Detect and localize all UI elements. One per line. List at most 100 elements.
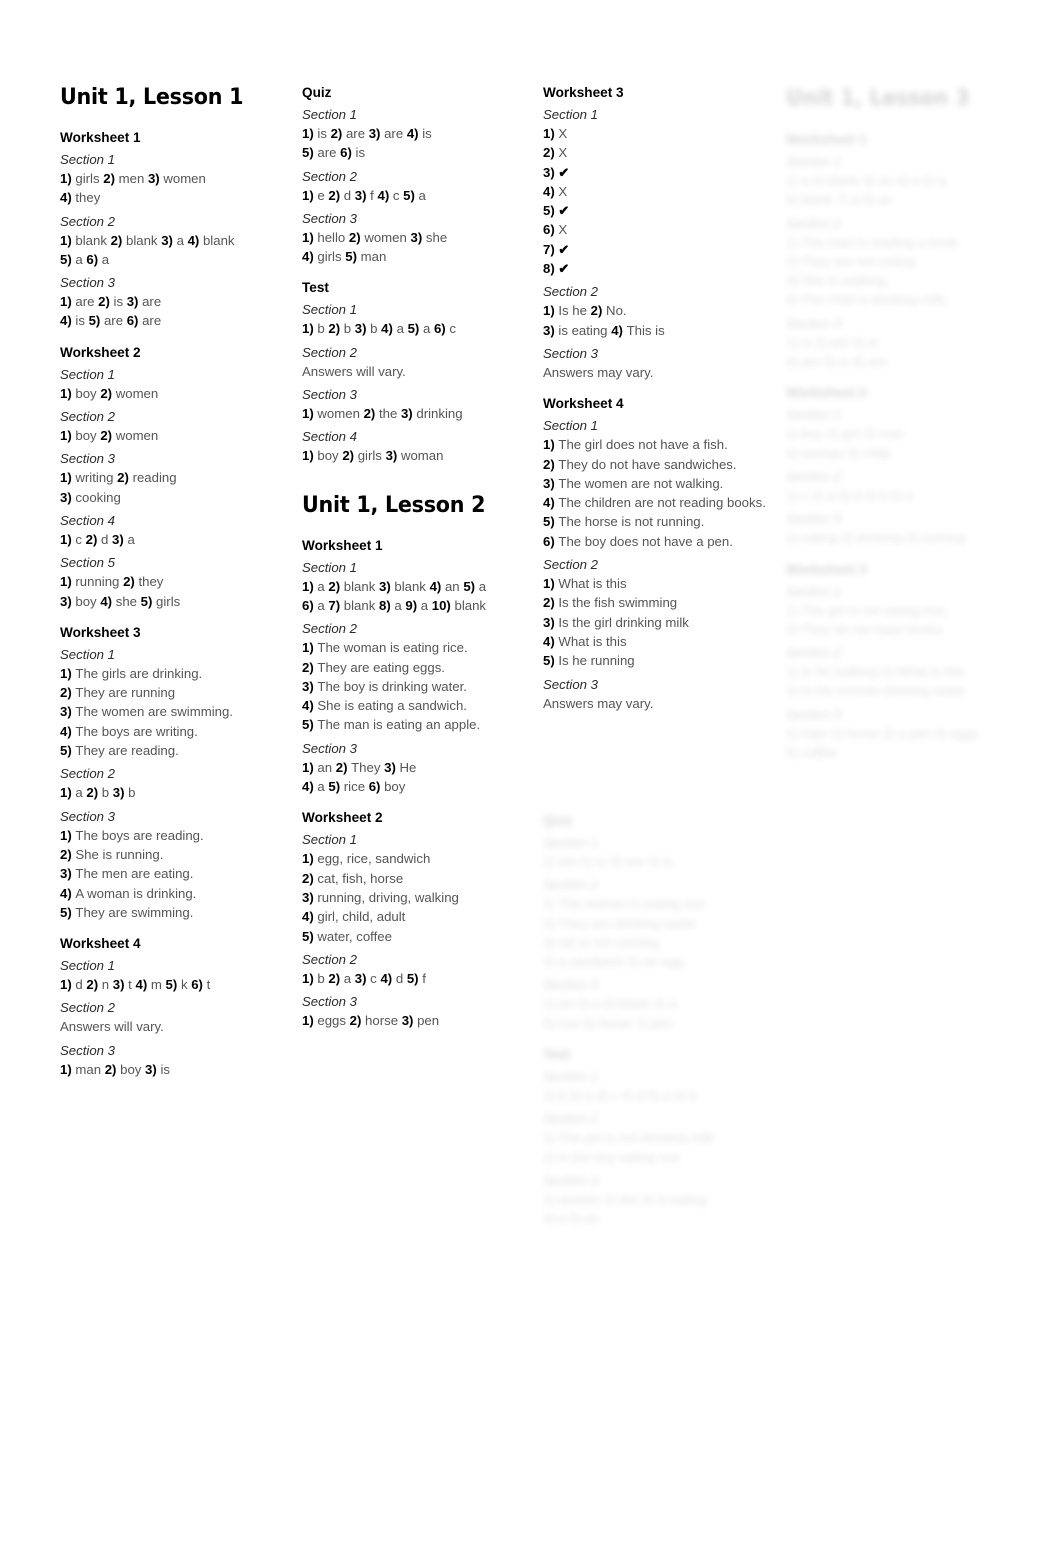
answer-line: 1) writing 2) reading xyxy=(60,470,177,486)
worksheet-title: Worksheet 3 xyxy=(60,624,141,640)
column-2: Quiz Section 1 1) is 2) are 3) are 4) is 5)… xyxy=(302,84,534,1031)
ghost-content-column-a: Quiz Section 1 1) are 2) is 3) are 4) is Se… xyxy=(543,812,793,1242)
answer-line: 2) cat, fish, horse xyxy=(302,870,404,886)
section-label: Section 1 xyxy=(302,559,357,575)
section-block: Section 3 1) hello 2) women 3) she 4) girl… xyxy=(302,209,534,267)
answer-number: 1) xyxy=(60,665,76,681)
worksheet-block: Worksheet 3 Section 1 1) The girls are dri… xyxy=(60,624,290,922)
answer-number: 3) xyxy=(112,785,129,801)
section-label: Section 3 xyxy=(302,740,357,756)
answer-line: 6) X xyxy=(543,222,568,238)
answer-number: 3) xyxy=(60,593,76,609)
answer-number: 4) xyxy=(611,322,627,338)
ghost-answer-line: 5) rice 6) horse 7) pen xyxy=(543,1015,673,1031)
ghost-answer-line: 6) blank 7) a 8) an xyxy=(786,192,894,208)
section-block: Section 3 1) writing 2) reading 3) cooking xyxy=(60,449,290,507)
answer-number: 2) xyxy=(60,685,76,701)
answer-line: Answers will vary. xyxy=(60,1019,164,1035)
answer-number: 5) xyxy=(345,249,361,265)
section-block: Section 1 1) boy 2) women xyxy=(60,365,290,403)
ghost-worksheet-block: Worksheet 1 Section 1 1) a 2) blank 3) an … xyxy=(786,131,1038,371)
section-label: Section 3 xyxy=(302,994,357,1010)
answer-number: 4) xyxy=(60,190,76,206)
ghost-answer-line: 1) The girl is not eating rice. xyxy=(786,602,949,618)
ghost-section-label: Section 3 xyxy=(786,706,841,722)
answer-number: 6) xyxy=(86,251,102,267)
section-block: Section 2 1) What is this 2) Is the fish s… xyxy=(543,555,790,670)
answer-number: 5) xyxy=(328,779,344,795)
ghost-section-label: Section 1 xyxy=(786,154,841,169)
answer-line: 1) The woman is eating rice. xyxy=(302,640,468,656)
answer-number: 4) xyxy=(406,126,423,141)
answer-number: 2) xyxy=(104,1061,121,1077)
ghost-answer-line: 4) The child is drinking milk. xyxy=(786,292,949,308)
answer-number: 6) xyxy=(126,313,143,329)
section-block: Section 2 1) Is he 2) No. 3) is eating 4) … xyxy=(543,282,790,340)
answer-number: 4) xyxy=(429,578,445,594)
answer-number: 1) xyxy=(302,321,318,337)
answer-number: 4) xyxy=(187,232,203,248)
answer-number: 3) xyxy=(126,294,143,310)
section-block: Section 3 Answers may vary. xyxy=(543,344,790,382)
answer-number: 2) xyxy=(86,977,102,993)
answer-line: 1) b 2) a 3) c 4) d 5) f xyxy=(302,970,426,986)
worksheet-title: Quiz xyxy=(302,85,332,100)
answer-line: 5) They are reading. xyxy=(60,743,179,759)
answer-line: 4) What is this xyxy=(543,633,627,649)
section-label: Section 3 xyxy=(60,451,115,467)
section-label: Section 3 xyxy=(543,345,598,361)
answer-number: 1) xyxy=(60,1061,76,1077)
answer-number: 4) xyxy=(543,183,559,199)
answer-line: 4) girls 5) man xyxy=(302,249,387,265)
answer-number: 2) xyxy=(328,578,344,594)
section-label: Section 3 xyxy=(60,808,115,824)
answer-number: 3) xyxy=(60,489,76,505)
ghost-worksheet-title: Worksheet 1 xyxy=(786,132,867,147)
ghost-answer-line: 2) They do not have books. xyxy=(786,621,946,637)
section-block: Section 3 Answers may vary. xyxy=(543,675,790,713)
ghost-section-label: Section 2 xyxy=(786,645,841,661)
answer-number: 1) xyxy=(60,531,76,547)
answer-number: 1) xyxy=(302,448,318,464)
ghost-answer-line: 4) a sandwich 5) an egg xyxy=(543,954,684,970)
answer-line: 1) The boys are reading. xyxy=(60,827,204,843)
answer-number: 6) xyxy=(543,533,559,549)
answer-number: 2) xyxy=(335,759,352,775)
answer-line: 4) The boys are writing. xyxy=(60,723,198,739)
answer-number: 4) xyxy=(302,698,318,714)
answer-number: 2) xyxy=(342,448,358,464)
answer-line: 5) are 6) is xyxy=(302,145,366,161)
answer-line: 3) The men are eating. xyxy=(60,866,194,882)
answer-number: 1) xyxy=(543,437,559,453)
section-label: Section 1 xyxy=(302,832,357,848)
ghost-worksheet-block: Worksheet 3 Section 1 1) The girl is not e… xyxy=(786,561,1038,763)
section-label: Section 2 xyxy=(302,168,357,184)
section-label: Section 3 xyxy=(543,676,598,692)
ghost-content-column-b: Unit 1, Lesson 3 Worksheet 1 Section 1 1) a… xyxy=(786,86,1038,775)
ghost-section-label: Section 2 xyxy=(543,1111,598,1127)
answer-number: 3) xyxy=(543,614,559,630)
answer-number: 7) xyxy=(328,597,344,613)
answer-number: 2) xyxy=(103,171,119,186)
answer-number: 3) xyxy=(60,704,76,720)
answer-number: 1) xyxy=(302,578,318,594)
answer-line: 1) X xyxy=(543,126,568,141)
unit-2-title: Unit 1, Lesson 2 xyxy=(302,491,486,518)
answer-number: 3) xyxy=(378,578,395,594)
page-bottom-clip xyxy=(0,1104,300,1118)
ghost-answer-line: 1) an 2) a 3) blank 4) a xyxy=(543,996,677,1012)
worksheet-block: Worksheet 1 Section 1 1) a 2) blank 3) bla… xyxy=(302,537,534,797)
worksheet-block: Worksheet 1 Section 1 1) girls 2) men 3) w… xyxy=(60,129,290,331)
section-label: Section 2 xyxy=(60,1000,115,1016)
answer-number: 3) xyxy=(147,171,164,186)
answer-number: 1) xyxy=(60,232,76,248)
answer-number: 1) xyxy=(302,187,318,203)
answer-number: 10) xyxy=(431,597,455,613)
section-block: Section 3 1) man 2) boy 3) is xyxy=(60,1041,290,1079)
worksheet-block: Worksheet 2 Section 1 1) boy 2) women Secti… xyxy=(60,344,290,611)
section-block: Section 3 1) The boys are reading. 2) She … xyxy=(60,807,290,922)
answer-number: 2) xyxy=(328,321,344,337)
answer-number: 4) xyxy=(302,779,318,795)
ghost-worksheet-block: Quiz Section 1 1) are 2) is 3) are 4) is Se… xyxy=(543,812,793,1033)
answer-number: 6) xyxy=(543,222,559,238)
